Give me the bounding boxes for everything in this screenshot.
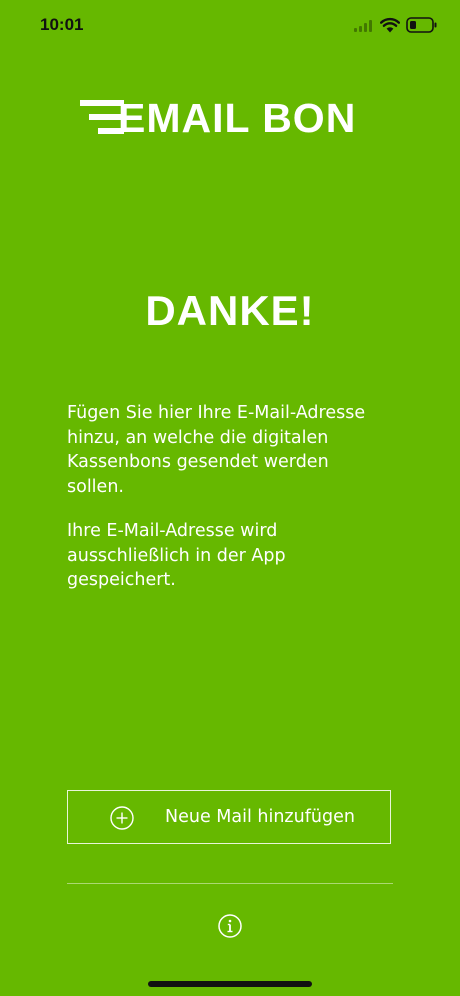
privacy-note: Ihre E-Mail-Adresse wird ausschließlich … (67, 521, 286, 590)
plus-circle-icon (110, 806, 134, 830)
page-title: DANKE! (145, 287, 315, 334)
app-logo: EMAIL BON (80, 95, 380, 141)
home-indicator[interactable] (148, 981, 312, 987)
info-icon[interactable] (218, 914, 242, 938)
wifi-icon (380, 17, 400, 33)
divider (67, 883, 393, 884)
description-text: Fügen Sie hier Ihre E-Mail-Adresse hinzu… (67, 403, 366, 497)
logo-text: EMAIL BON (118, 95, 357, 141)
battery-icon (406, 17, 437, 33)
signal-icon (354, 20, 372, 32)
status-bar: 10:01 (0, 0, 460, 50)
add-mail-label: Neue Mail hinzufügen (165, 807, 355, 827)
status-time: 10:01 (40, 15, 84, 34)
add-mail-button[interactable]: Neue Mail hinzufügen (67, 790, 391, 844)
